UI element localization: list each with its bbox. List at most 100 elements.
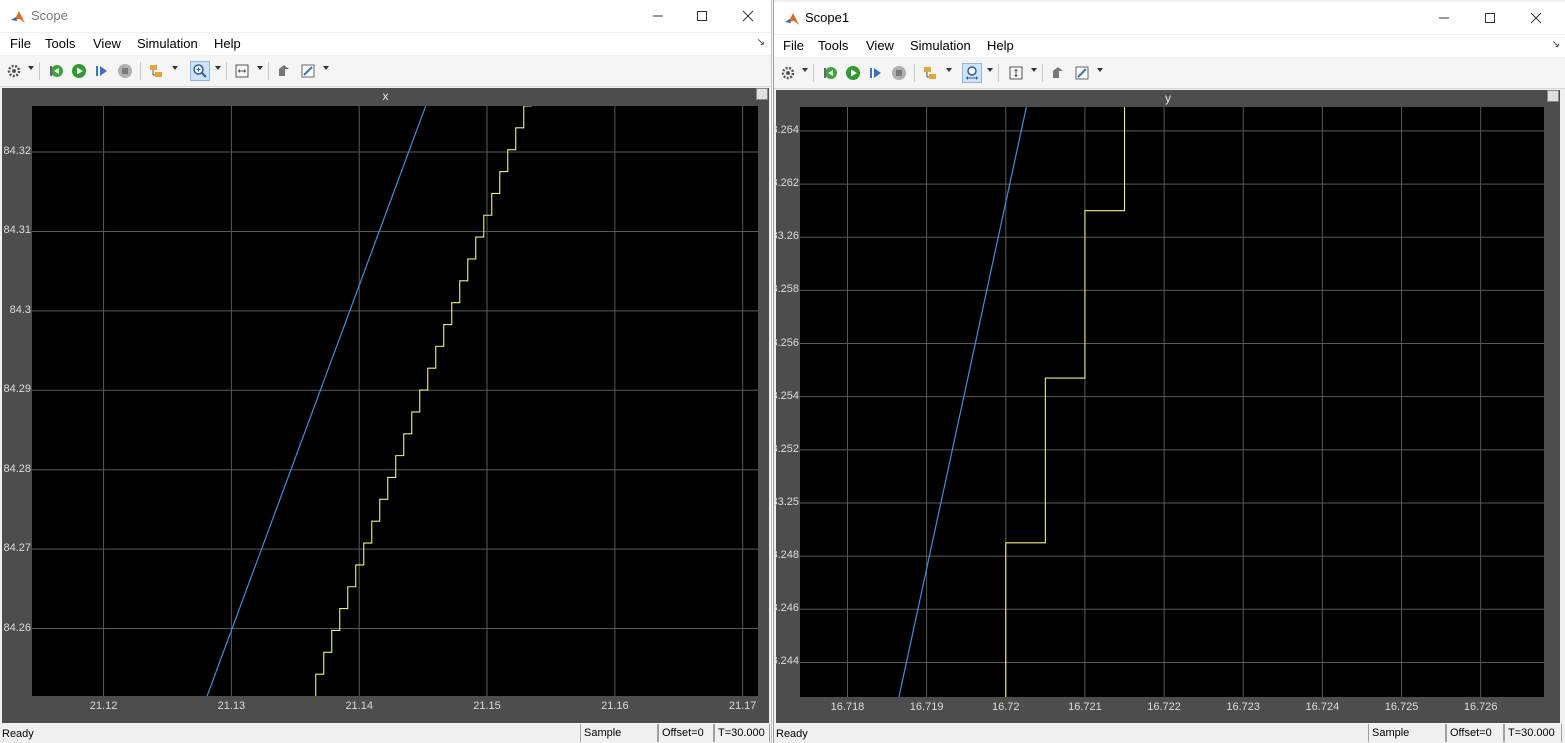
autoscale-icon[interactable]	[1006, 63, 1026, 83]
style-edit-icon[interactable]	[1072, 63, 1092, 83]
close-icon[interactable]	[1520, 6, 1552, 30]
menu-file[interactable]: File	[10, 36, 31, 51]
stop-icon[interactable]	[889, 63, 909, 83]
scope-window: Scope File Tools View Simulation Help ↘	[0, 0, 772, 743]
step-forward-icon[interactable]	[92, 61, 112, 81]
run-icon[interactable]	[843, 63, 863, 83]
zoom-x-icon[interactable]	[962, 63, 982, 83]
autoscale-icon[interactable]	[232, 61, 252, 81]
scope1-window: Scope1 File Tools View Simulation Help ↘	[773, 0, 1565, 743]
x-tick-label: 21.14	[345, 700, 373, 712]
toolbar	[774, 58, 1565, 89]
matlab-icon	[785, 13, 799, 25]
matlab-icon	[11, 11, 25, 23]
toolbar	[0, 56, 771, 87]
status-time: T=30.000	[1504, 724, 1562, 742]
x-tick-label: 16.723	[1226, 701, 1261, 713]
plot-axes[interactable]: 16.718 16.719 16.72 16.721 16.722 16.723 16.72…	[774, 107, 1544, 713]
maximize-icon[interactable]	[686, 4, 718, 28]
zoom-dropdown-icon[interactable]	[215, 66, 221, 70]
status-ready: Ready	[776, 728, 808, 740]
x-tick-label: 16.719	[909, 701, 944, 713]
menu-view[interactable]: View	[93, 36, 121, 51]
x-tick-label: 16.718	[830, 701, 865, 713]
highlight-dropdown-icon[interactable]	[946, 68, 952, 72]
autoscale-dropdown-icon[interactable]	[1031, 68, 1037, 72]
y-tick-label: 83.256	[774, 336, 799, 349]
series-continuous-line	[898, 107, 1027, 697]
y-tick-label: 83.26	[773, 230, 799, 243]
x-tick-label: 21.15	[473, 700, 501, 712]
menu-help[interactable]: Help	[214, 36, 241, 51]
close-icon[interactable]	[732, 4, 764, 28]
status-bar: Ready Sample based Offset=0 T=30.000	[774, 723, 1565, 743]
menu-collapse-icon[interactable]: ↘	[1552, 39, 1560, 50]
x-tick-label: 16.726	[1463, 701, 1498, 713]
plot-canvas	[800, 107, 1544, 697]
plot-canvas	[32, 106, 758, 696]
x-tick-label: 16.725	[1384, 701, 1419, 713]
menu-help[interactable]: Help	[987, 38, 1014, 53]
x-tick-label: 21.16	[601, 700, 629, 712]
y-tick-label: 83.246	[774, 602, 799, 615]
zoom-dropdown-icon[interactable]	[987, 68, 993, 72]
x-tick-label: 16.724	[1305, 701, 1340, 713]
step-back-icon[interactable]	[820, 63, 840, 83]
settings-dropdown-icon[interactable]	[28, 66, 34, 70]
menu-simulation[interactable]: Simulation	[910, 38, 971, 53]
y-tick-label: 83.25	[773, 495, 799, 508]
highlight-dropdown-icon[interactable]	[172, 66, 178, 70]
style-dropdown-icon[interactable]	[1097, 68, 1103, 72]
x-tick-label: 16.72	[992, 701, 1020, 713]
x-tick-label: 21.17	[728, 700, 757, 712]
y-tick-label: 84.29	[3, 383, 31, 396]
menu-view[interactable]: View	[866, 38, 894, 53]
settings-dropdown-icon[interactable]	[802, 68, 808, 72]
title-bar[interactable]: Scope	[0, 0, 771, 32]
menu-simulation[interactable]: Simulation	[137, 36, 198, 51]
signal-trigger-icon[interactable]	[274, 61, 294, 81]
highlight-block-icon[interactable]	[146, 61, 166, 81]
stop-icon[interactable]	[115, 61, 135, 81]
settings-gear-icon[interactable]	[4, 61, 24, 81]
menu-collapse-icon[interactable]: ↘	[757, 37, 765, 48]
status-time: T=30.000	[714, 724, 770, 742]
status-bar: Ready Sample based Offset=0 T=30.000	[0, 723, 771, 743]
plot-panel: x 21.12 21.13 21.14 21.15 21.16 21.17 84.32 84.…	[2, 88, 769, 723]
settings-gear-icon[interactable]	[778, 63, 798, 83]
plot-axes[interactable]: 21.12 21.13 21.14 21.15 21.16 21.17 84.32 84.31…	[3, 106, 758, 712]
menu-bar: File Tools View Simulation Help ↘	[774, 35, 1565, 57]
step-forward-icon[interactable]	[866, 63, 886, 83]
y-tick-label: 84.31	[3, 224, 31, 237]
menu-file[interactable]: File	[783, 38, 804, 53]
series-continuous-line	[206, 106, 427, 696]
autoscale-dropdown-icon[interactable]	[257, 66, 263, 70]
minimize-icon[interactable]	[642, 4, 674, 28]
style-dropdown-icon[interactable]	[323, 66, 329, 70]
undock-icon[interactable]	[1547, 90, 1559, 102]
x-tick-label: 16.722	[1147, 701, 1181, 713]
series-sampled-stairs	[315, 106, 532, 696]
minimize-icon[interactable]	[1428, 6, 1460, 30]
title-bar[interactable]: Scope1	[774, 2, 1565, 34]
undock-icon[interactable]	[756, 88, 768, 100]
y-tick-label: 84.27	[3, 542, 31, 555]
menu-tools[interactable]: Tools	[45, 36, 75, 51]
status-offset: Offset=0	[1446, 724, 1504, 742]
y-tick-label: 84.32	[3, 145, 31, 158]
run-icon[interactable]	[69, 61, 89, 81]
y-tick-label: 83.254	[774, 389, 799, 402]
zoom-in-icon[interactable]	[190, 61, 210, 81]
x-tick-label: 21.12	[89, 700, 118, 712]
highlight-block-icon[interactable]	[920, 63, 940, 83]
signal-trigger-icon[interactable]	[1048, 63, 1068, 83]
step-back-icon[interactable]	[46, 61, 66, 81]
menu-tools[interactable]: Tools	[818, 38, 848, 53]
menu-bar: File Tools View Simulation Help ↘	[0, 33, 771, 55]
maximize-icon[interactable]	[1474, 6, 1506, 30]
y-tick-label: 84.28	[3, 462, 31, 475]
status-offset: Offset=0	[658, 724, 714, 742]
style-edit-icon[interactable]	[298, 61, 318, 81]
status-ready: Ready	[2, 728, 34, 740]
y-tick-label: 83.244	[774, 655, 799, 668]
